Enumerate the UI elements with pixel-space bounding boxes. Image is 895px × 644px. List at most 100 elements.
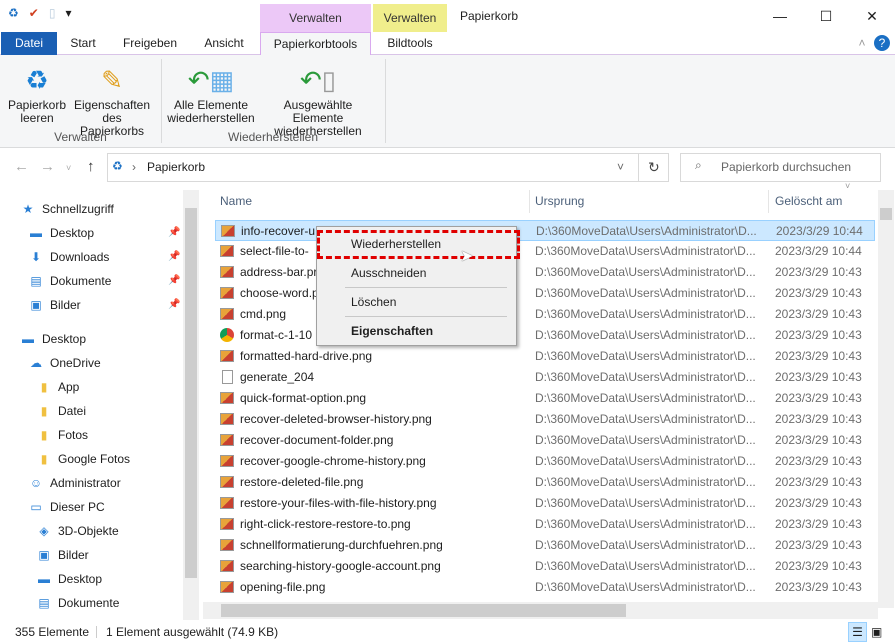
file-row[interactable]: recover-deleted-browser-history.png D:\36… xyxy=(215,409,875,430)
status-bar: 355 Elemente 1 Element ausgewählt (74.9 … xyxy=(0,620,895,644)
search-input[interactable]: Papierkorb durchsuchen xyxy=(680,153,881,182)
sidebar-item-label: Administrator xyxy=(50,476,121,490)
column-header-ursprung[interactable]: Ursprung xyxy=(535,190,584,213)
properties-pencil-icon: ✎ xyxy=(101,65,123,95)
sidebar-item[interactable]: ▬ Desktop xyxy=(28,222,94,244)
tab-datei[interactable]: Datei xyxy=(1,32,57,55)
menu-item-eigenschaften[interactable]: Eigenschaften xyxy=(351,324,433,338)
file-name: recover-document-folder.png xyxy=(240,433,394,447)
file-row[interactable]: address-bar.pr D:\360MoveData\Users\Admin… xyxy=(215,262,875,283)
file-row[interactable]: restore-your-files-with-file-history.png… xyxy=(215,493,875,514)
file-row[interactable]: cmd.png D:\360MoveData\Users\Administrato… xyxy=(215,304,875,325)
tab-freigeben[interactable]: Freigeben xyxy=(115,32,185,55)
file-row[interactable]: info-recover-u D:\360MoveData\Users\Admin… xyxy=(215,220,875,241)
image-file-icon xyxy=(220,350,234,362)
sidebar-item-label: Desktop xyxy=(58,572,103,586)
back-button[interactable]: ← xyxy=(14,158,29,175)
file-deleted-date: 2023/3/29 10:43 xyxy=(775,265,862,279)
menu-item-loeschen[interactable]: Löschen xyxy=(351,295,396,309)
tab-ansicht[interactable]: Ansicht xyxy=(195,32,253,55)
file-row[interactable]: right-click-restore-restore-to.png D:\360… xyxy=(215,514,875,535)
large-icons-view-button[interactable]: ▣ xyxy=(871,622,882,642)
file-row[interactable]: choose-word.p D:\360MoveData\Users\Admini… xyxy=(215,283,875,304)
help-icon[interactable]: ? xyxy=(874,35,890,51)
sidebar-item[interactable]: ▮ App xyxy=(36,376,80,398)
image-file-icon xyxy=(221,225,235,237)
file-name: format-c-1-10 xyxy=(240,328,313,342)
breadcrumb-papierkorb[interactable]: Papierkorb xyxy=(147,160,205,174)
tab-papierkorbtools[interactable]: Papierkorbtools xyxy=(260,32,371,56)
sidebar-item[interactable]: ▤ Dokumente xyxy=(36,592,119,614)
minimize-button[interactable]: — xyxy=(757,0,803,32)
sidebar-item[interactable]: ▭ Dieser PC xyxy=(28,496,104,518)
file-row[interactable]: quick-format-option.png D:\360MoveData\Us… xyxy=(215,388,875,409)
sidebar-item-icon: ▮ xyxy=(40,404,48,418)
sidebar-item[interactable]: ▮ Fotos xyxy=(36,424,88,446)
file-row[interactable]: select-file-to- D:\360MoveData\Users\Admi… xyxy=(215,241,875,262)
file-name: opening-file.png xyxy=(240,580,326,594)
file-row[interactable]: opening-file.png D:\360MoveData\Users\Adm… xyxy=(215,577,875,598)
column-header-geloescht-am[interactable]: Gelöscht am xyxy=(775,190,842,213)
recycle-bin-properties-button[interactable]: ✎ Eigenschaften des Papierkorbs xyxy=(70,61,154,138)
new-folder-icon[interactable]: ▯ xyxy=(49,6,56,20)
column-header-name[interactable]: Name xyxy=(220,190,252,213)
recent-locations-button[interactable]: ˅ xyxy=(66,163,71,173)
empty-recycle-bin-button[interactable]: ♻ Papierkorb leeren xyxy=(6,61,68,125)
sidebar-item-icon: ★ xyxy=(22,202,34,216)
properties-icon[interactable]: ✔ xyxy=(29,6,39,20)
maximize-button[interactable]: ☐ xyxy=(803,0,849,32)
sidebar-item[interactable]: ▬ Desktop xyxy=(36,568,102,590)
menu-item-wiederherstellen[interactable]: Wiederherstellen xyxy=(351,237,441,251)
collapse-ribbon-icon[interactable]: ˄ xyxy=(852,32,872,55)
sidebar-item[interactable]: ☺ Administrator xyxy=(28,472,121,494)
tab-bildtools[interactable]: Bildtools xyxy=(373,32,447,55)
sidebar-scrollbar[interactable] xyxy=(183,190,199,620)
image-file-icon xyxy=(220,413,234,425)
menu-item-ausschneiden[interactable]: Ausschneiden xyxy=(351,266,426,280)
file-deleted-date: 2023/3/29 10:43 xyxy=(775,328,862,342)
tab-start[interactable]: Start xyxy=(62,32,104,55)
horizontal-scrollbar-thumb[interactable] xyxy=(221,604,626,617)
sidebar-item[interactable]: ▤ Dokumente xyxy=(28,270,111,292)
sidebar-item-label: Bilder xyxy=(58,548,89,562)
file-row[interactable]: recover-document-folder.png D:\360MoveDat… xyxy=(215,430,875,451)
file-list-horizontal-scrollbar[interactable] xyxy=(203,602,878,619)
restore-all-button[interactable]: ↶▦ Alle Elemente wiederherstellen xyxy=(166,61,256,125)
file-row[interactable]: format-c-1-10 D:\360MoveData\Users\Admini… xyxy=(215,325,875,346)
file-row[interactable]: formatted-hard-drive.png D:\360MoveData\U… xyxy=(215,346,875,367)
sidebar-item-icon: ▤ xyxy=(30,274,42,288)
button-label: leeren xyxy=(20,111,54,125)
file-row[interactable]: generate_204 D:\360MoveData\Users\Adminis… xyxy=(215,367,875,388)
address-dropdown-icon[interactable]: ˅ xyxy=(617,160,624,174)
file-origin: D:\360MoveData\Users\Administrator\D... xyxy=(535,580,756,594)
sidebar-item[interactable]: ★ Schnellzugriff xyxy=(20,198,114,220)
vertical-scrollbar-thumb[interactable] xyxy=(880,208,892,220)
address-bar[interactable]: ♻ › Papierkorb ˅ ↻ xyxy=(107,153,669,182)
sidebar-item[interactable]: ▮ Datei xyxy=(36,400,86,422)
column-divider[interactable] xyxy=(768,190,769,213)
recycle-bin-icon: ♻ xyxy=(25,65,49,95)
sidebar-item[interactable]: ⬇ Downloads xyxy=(28,246,109,268)
column-divider[interactable] xyxy=(529,190,530,213)
group-label-wiederherstellen: Wiederherstellen xyxy=(227,130,319,144)
file-row[interactable]: searching-history-google-account.png D:\3… xyxy=(215,556,875,577)
refresh-icon[interactable]: ↻ xyxy=(648,159,660,176)
sidebar-scrollbar-thumb[interactable] xyxy=(185,208,197,578)
sidebar-item[interactable]: ▣ Bilder xyxy=(28,294,80,316)
close-button[interactable]: ✕ xyxy=(849,0,895,32)
customize-toolbar-icon[interactable]: ▾ xyxy=(65,6,71,20)
up-button[interactable]: ↑ xyxy=(87,158,95,175)
file-row[interactable]: restore-deleted-file.png D:\360MoveData\U… xyxy=(215,472,875,493)
file-row[interactable]: schnellformatierung-durchfuehren.png D:\3… xyxy=(215,535,875,556)
sidebar-item[interactable]: ▣ Bilder xyxy=(36,544,89,566)
sidebar-item[interactable]: ▬ Desktop xyxy=(20,328,86,350)
file-list-vertical-scrollbar[interactable] xyxy=(878,190,894,608)
forward-button[interactable]: → xyxy=(40,158,55,175)
sidebar-item[interactable]: ▮ Google Fotos xyxy=(36,448,130,470)
file-row[interactable]: recover-google-chrome-history.png D:\360M… xyxy=(215,451,875,472)
context-tab-header-bildtools: Verwalten xyxy=(373,4,447,32)
details-view-button[interactable]: ☰ xyxy=(848,622,867,642)
restore-selected-button[interactable]: ↶▯ Ausgewählte Elemente wiederherstellen xyxy=(258,61,378,138)
sidebar-item[interactable]: ◈ 3D-Objekte xyxy=(36,520,118,542)
sidebar-item[interactable]: ☁ OneDrive xyxy=(28,352,101,374)
